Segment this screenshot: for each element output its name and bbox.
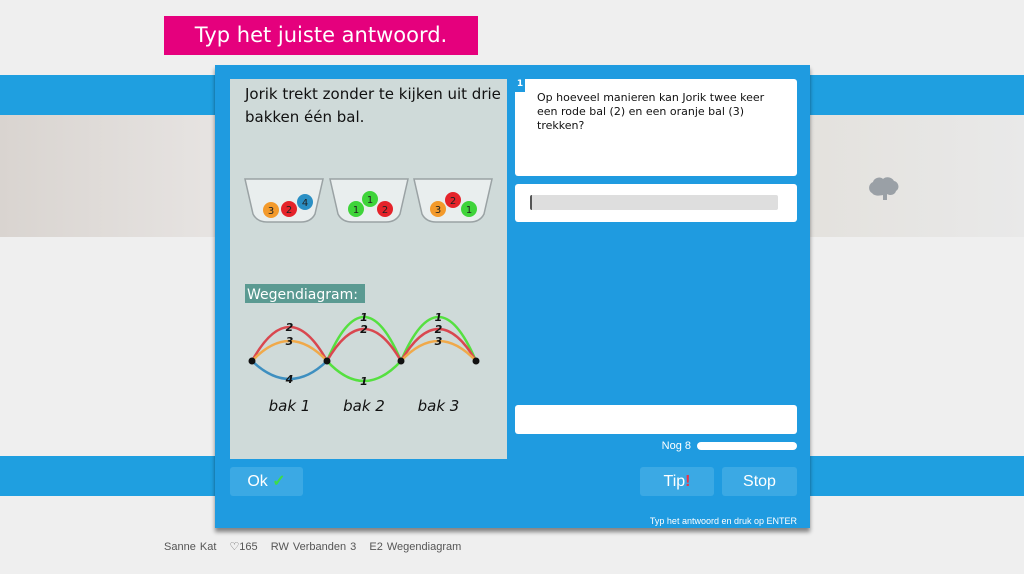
- ok-button[interactable]: Ok ✓: [230, 467, 303, 496]
- question-text: Op hoeveel manieren kan Jorik twee keer …: [537, 91, 765, 132]
- illustration: 3 24112 321Wegendiagram:234bak 1121bak 212…: [244, 178, 493, 415]
- answer-card: [515, 184, 797, 222]
- svg-text:2: 2: [382, 205, 388, 216]
- path-label: 4: [285, 373, 294, 386]
- bowl: 112: [329, 178, 409, 223]
- bowl: 3 24: [244, 178, 324, 223]
- question-number: 1: [515, 79, 525, 92]
- ball: 1: [362, 191, 378, 207]
- svg-text:1: 1: [367, 195, 373, 206]
- svg-text:4: 4: [302, 198, 308, 209]
- ball: 2: [445, 192, 461, 208]
- stop-button[interactable]: Stop: [722, 467, 797, 496]
- diagram-node: [397, 357, 405, 365]
- ball: 2: [377, 201, 393, 217]
- ball: 1: [348, 201, 364, 217]
- diagram-node: [472, 357, 480, 365]
- hearts-count: ♡165: [229, 541, 258, 553]
- svg-text:3: 3: [435, 205, 441, 216]
- ball: 3: [430, 201, 446, 217]
- check-icon: ✓: [272, 473, 286, 490]
- diagram-node: [323, 357, 331, 365]
- instruction-banner: Typ het juiste antwoord.: [164, 16, 478, 55]
- svg-text:Wegendiagram:: Wegendiagram:: [247, 287, 358, 303]
- svg-text:2: 2: [450, 196, 456, 207]
- ball: 3: [263, 202, 279, 218]
- svg-text:1: 1: [353, 205, 359, 216]
- ball: 1: [461, 201, 477, 217]
- bak-label: bak 3: [418, 397, 460, 415]
- bak-label: bak 1: [269, 397, 311, 415]
- enter-hint: Typ het antwoord en druk op ENTER: [649, 516, 797, 526]
- path-label: 3: [435, 335, 443, 348]
- ball: 4: [297, 194, 313, 210]
- tip-button[interactable]: Tip!: [640, 467, 714, 496]
- path-label: 2: [360, 323, 368, 336]
- feedback-box: [515, 405, 797, 434]
- tip-label: Tip: [663, 473, 686, 490]
- user-name: Sanne Kat: [164, 541, 217, 553]
- exercise-name: E2 Wegendiagram: [369, 541, 462, 553]
- bowl: 321: [413, 178, 493, 223]
- path-label: 1: [360, 375, 368, 388]
- ball: 2: [281, 201, 297, 217]
- status-footer: Sanne Kat ♡165 RW Verbanden 3 E2 Wegendi…: [164, 540, 470, 553]
- brain-icon: [869, 177, 899, 200]
- svg-text:1: 1: [466, 205, 472, 216]
- bak-label: bak 2: [343, 397, 385, 415]
- answer-input[interactable]: [530, 195, 778, 210]
- exercise-dialog: Jorik trekt zonder te kijken uit drie ba…: [215, 65, 810, 528]
- question-card: 1 Op hoeveel manieren kan Jorik twee kee…: [515, 79, 797, 176]
- ok-label: Ok: [247, 473, 268, 490]
- illustration-panel: Jorik trekt zonder te kijken uit drie ba…: [230, 79, 507, 459]
- progress-bar: [697, 442, 797, 450]
- remaining-count: Nog 8: [661, 440, 691, 452]
- path-label: 2: [286, 321, 294, 334]
- diagram-node: [248, 357, 256, 365]
- svg-text:2: 2: [286, 205, 292, 216]
- path-label: 3: [286, 335, 294, 348]
- exclamation-icon: !: [685, 473, 691, 490]
- course-name: RW Verbanden 3: [270, 541, 357, 553]
- diagram-label: Wegendiagram:: [245, 284, 365, 303]
- svg-text:3: 3: [268, 206, 274, 217]
